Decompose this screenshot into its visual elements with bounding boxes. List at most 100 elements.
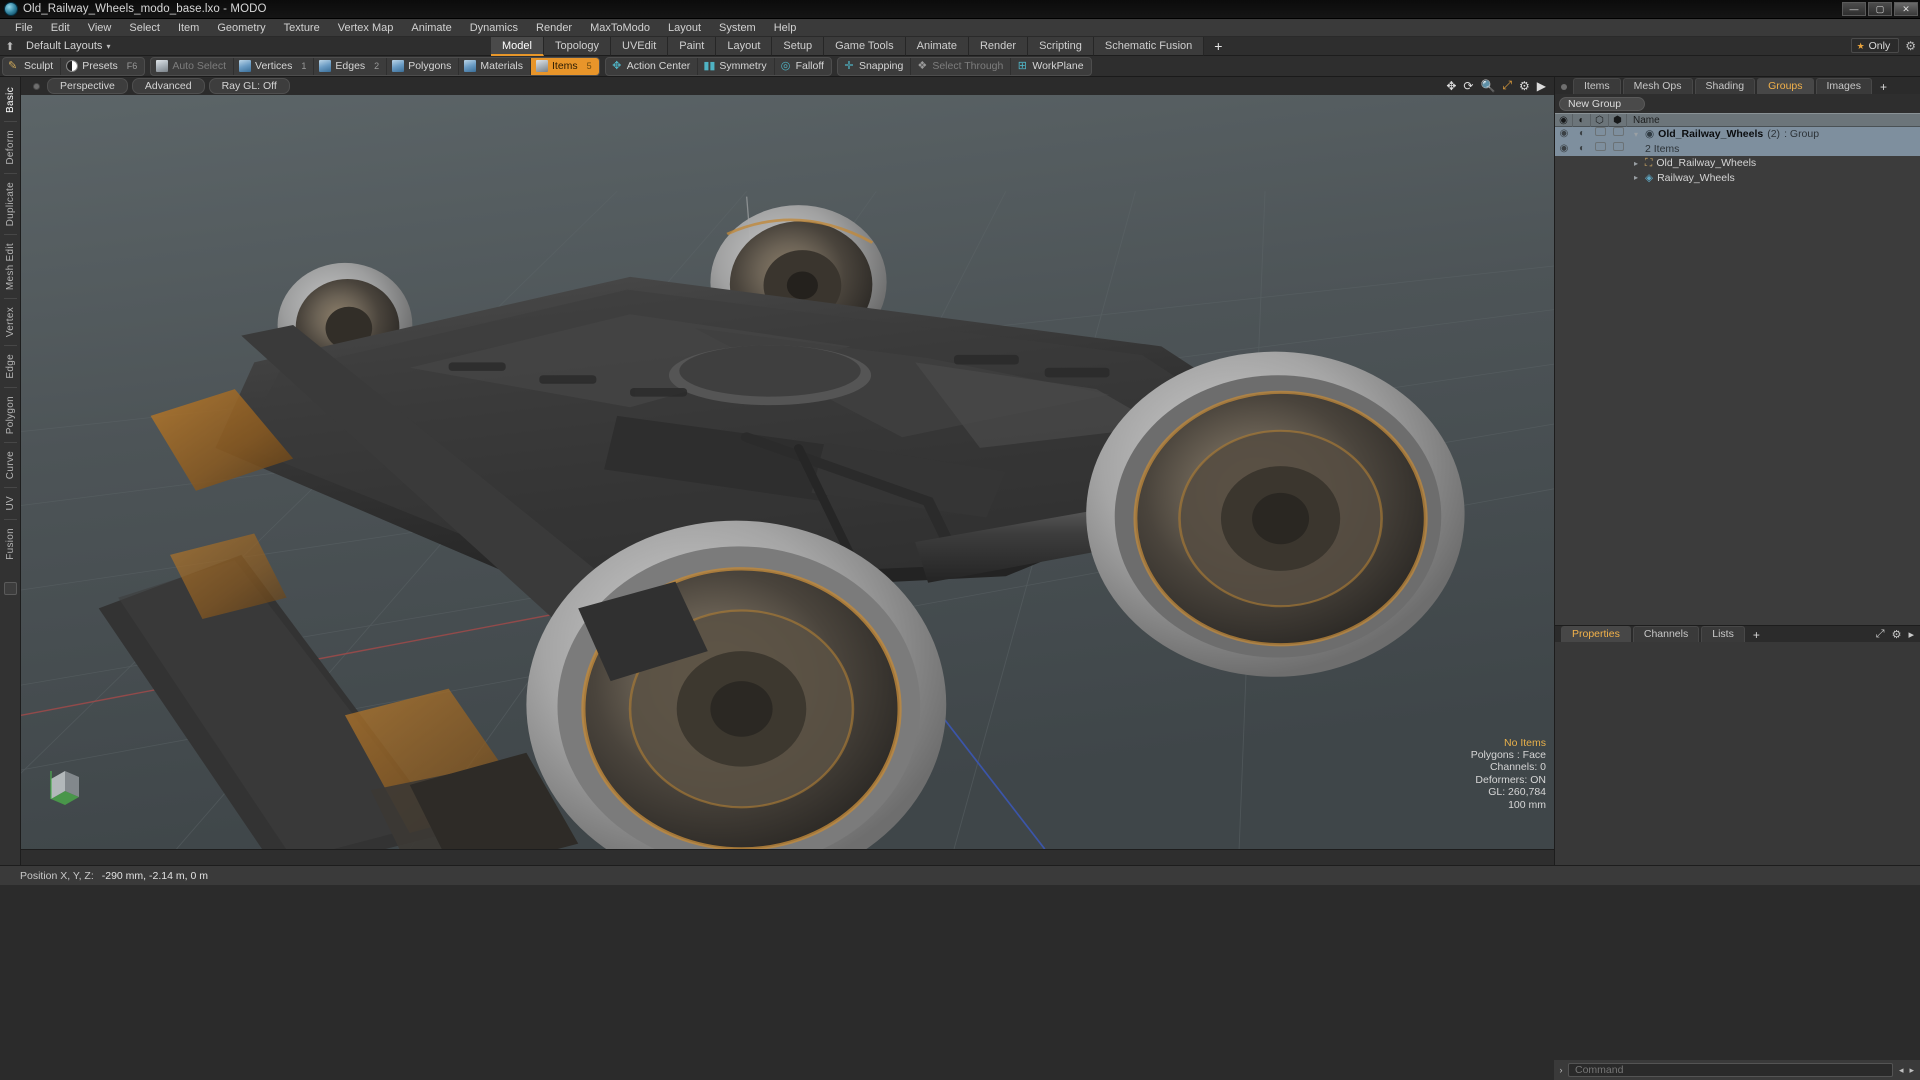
chevron-down-icon[interactable]: ▾ [106, 42, 110, 51]
falloff-button[interactable]: ◎ Falloff [775, 58, 831, 75]
groups-tree[interactable]: ◉ ◐ ▾ ◉ Old_Railway_Wheels (2) : Group ◉… [1555, 127, 1920, 625]
chevron-down-icon[interactable]: ▾ [1631, 130, 1641, 139]
chevron-right-icon[interactable]: ▸ [1631, 159, 1641, 168]
zoom-icon[interactable]: 🔍 [1480, 79, 1495, 93]
command-input[interactable] [1568, 1063, 1893, 1077]
table-row[interactable]: ▸ ◈ Railway_Wheels [1555, 170, 1920, 185]
tree-group-row[interactable]: ▾ ◉ Old_Railway_Wheels (2) : Group [1627, 128, 1920, 140]
gear-icon[interactable]: ⚙ [1905, 39, 1916, 53]
menu-item-item[interactable]: Item [169, 19, 208, 37]
tab-shading[interactable]: Shading [1694, 78, 1756, 94]
menu-item-render[interactable]: Render [527, 19, 581, 37]
menu-item-geometry[interactable]: Geometry [208, 19, 274, 37]
menu-item-system[interactable]: System [710, 19, 765, 37]
materials-button[interactable]: Materials [459, 57, 531, 75]
viewport-advanced-button[interactable]: Advanced [131, 78, 205, 94]
sculpt-button[interactable]: ✎ Sculpt [3, 57, 62, 75]
menu-item-animate[interactable]: Animate [402, 19, 460, 37]
viewport-3d[interactable]: No Items Polygons : Face Channels: 0 Def… [21, 95, 1554, 849]
table-row[interactable]: ◉ ◐ ▾ ◉ Old_Railway_Wheels (2) : Group [1555, 127, 1920, 142]
viewport-raygl-button[interactable]: Ray GL: Off [208, 78, 290, 94]
tab-animate[interactable]: Animate [905, 37, 969, 56]
expand-icon[interactable]: ⤢ [1876, 628, 1885, 641]
axis-gizmo[interactable] [45, 761, 91, 807]
tab-images[interactable]: Images [1815, 78, 1872, 94]
home-up-icon[interactable]: ⬆ [0, 40, 20, 53]
prev-arrow-icon[interactable]: ◂ [1899, 1065, 1904, 1076]
menu-item-vertex-map[interactable]: Vertex Map [329, 19, 403, 37]
viewport-perspective-button[interactable]: Perspective [47, 78, 128, 94]
panel-active-dot[interactable] [1561, 84, 1567, 90]
move-icon[interactable]: ✥ [1446, 79, 1456, 93]
menu-item-file[interactable]: File [6, 19, 42, 37]
add-panel-tab-button[interactable]: + [1874, 81, 1893, 94]
new-group-field[interactable]: New Group [1559, 97, 1645, 111]
only-button[interactable]: ★ Only [1850, 38, 1900, 53]
add-tab-button[interactable]: + [1204, 37, 1233, 56]
cube-outline-icon[interactable]: ⬡ [1591, 113, 1609, 127]
tab-channels[interactable]: Channels [1632, 626, 1700, 642]
add-bottom-tab-button[interactable]: + [1747, 629, 1766, 642]
edges-button[interactable]: Edges 2 [314, 57, 388, 75]
sidebar-item-vertex[interactable]: Vertex [5, 301, 16, 343]
menu-item-layout[interactable]: Layout [659, 19, 710, 37]
workplane-button[interactable]: ⊞ WorkPlane [1011, 58, 1090, 75]
action-center-button[interactable]: ✥ Action Center [606, 57, 699, 75]
play-arrow-icon[interactable]: ▶ [1537, 79, 1546, 93]
sidebar-item-fusion[interactable]: Fusion [5, 522, 16, 566]
menu-item-edit[interactable]: Edit [42, 19, 79, 37]
tree-item-row[interactable]: ▸ ⛶ Old_Railway_Wheels [1627, 157, 1920, 170]
row-cube-outline-toggle[interactable] [1591, 127, 1609, 141]
tab-uvedit[interactable]: UVEdit [611, 37, 669, 56]
menu-item-help[interactable]: Help [765, 19, 806, 37]
render-icon[interactable]: ◐ [1573, 113, 1591, 127]
vertices-button[interactable]: Vertices 1 [234, 57, 315, 75]
tab-properties[interactable]: Properties [1561, 626, 1631, 642]
tab-model[interactable]: Model [491, 37, 544, 56]
table-row[interactable]: ◉ ◐ 2 Items [1555, 141, 1920, 156]
chevron-right-icon[interactable]: ▸ [1631, 173, 1641, 182]
row-cube-solid-toggle[interactable] [1609, 141, 1627, 156]
tab-items[interactable]: Items [1573, 78, 1621, 94]
tab-setup[interactable]: Setup [772, 37, 825, 56]
menu-item-maxtomodo[interactable]: MaxToModo [581, 19, 659, 37]
sidebar-item-uv[interactable]: UV [5, 490, 16, 517]
maximize-button[interactable]: ▢ [1868, 2, 1892, 16]
snapping-button[interactable]: ✛ Snapping [838, 57, 912, 75]
row-eye-icon[interactable]: ◉ [1555, 142, 1573, 156]
caret-icon[interactable]: ▸ [1908, 628, 1914, 641]
menu-item-dynamics[interactable]: Dynamics [461, 19, 527, 37]
properties-body[interactable] [1555, 642, 1920, 865]
sidebar-item-deform[interactable]: Deform [5, 124, 16, 171]
sidebar-item-edge[interactable]: Edge [5, 348, 16, 385]
tab-game-tools[interactable]: Game Tools [824, 37, 906, 56]
eye-icon[interactable]: ◉ [1555, 113, 1573, 127]
close-button[interactable]: ✕ [1894, 2, 1918, 16]
tab-groups[interactable]: Groups [1757, 78, 1814, 94]
auto-select-button[interactable]: Auto Select [151, 57, 235, 75]
command-arrow-icon[interactable]: › [1554, 1065, 1568, 1075]
polygons-button[interactable]: Polygons [387, 57, 460, 75]
minimize-button[interactable]: — [1842, 2, 1866, 16]
menu-item-texture[interactable]: Texture [275, 19, 329, 37]
row-render-icon[interactable]: ◐ [1573, 142, 1591, 156]
sidebar-item-mesh-edit[interactable]: Mesh Edit [5, 237, 16, 296]
default-layouts-label[interactable]: Default Layouts [20, 40, 102, 52]
tab-render[interactable]: Render [968, 37, 1029, 56]
tab-topology[interactable]: Topology [543, 37, 612, 56]
row-cube-solid-toggle[interactable] [1609, 127, 1627, 141]
tab-schematic-fusion[interactable]: Schematic Fusion [1093, 37, 1205, 56]
menu-item-select[interactable]: Select [120, 19, 169, 37]
tab-mesh-ops[interactable]: Mesh Ops [1622, 78, 1693, 94]
row-render-icon[interactable]: ◐ [1573, 127, 1591, 141]
gear-icon[interactable]: ⚙ [1519, 79, 1530, 93]
table-row[interactable]: ▸ ⛶ Old_Railway_Wheels [1555, 156, 1920, 171]
rotate-icon[interactable]: ⟳ [1463, 79, 1473, 93]
tab-layout[interactable]: Layout [716, 37, 773, 56]
tree-item-row[interactable]: ▸ ◈ Railway_Wheels [1627, 172, 1920, 184]
sidebar-item-duplicate[interactable]: Duplicate [5, 176, 16, 232]
window-controls[interactable]: — ▢ ✕ [1842, 2, 1918, 16]
menu-item-view[interactable]: View [79, 19, 121, 37]
next-arrow-icon[interactable]: ▸ [1909, 1065, 1914, 1076]
row-cube-outline-toggle[interactable] [1591, 141, 1609, 156]
